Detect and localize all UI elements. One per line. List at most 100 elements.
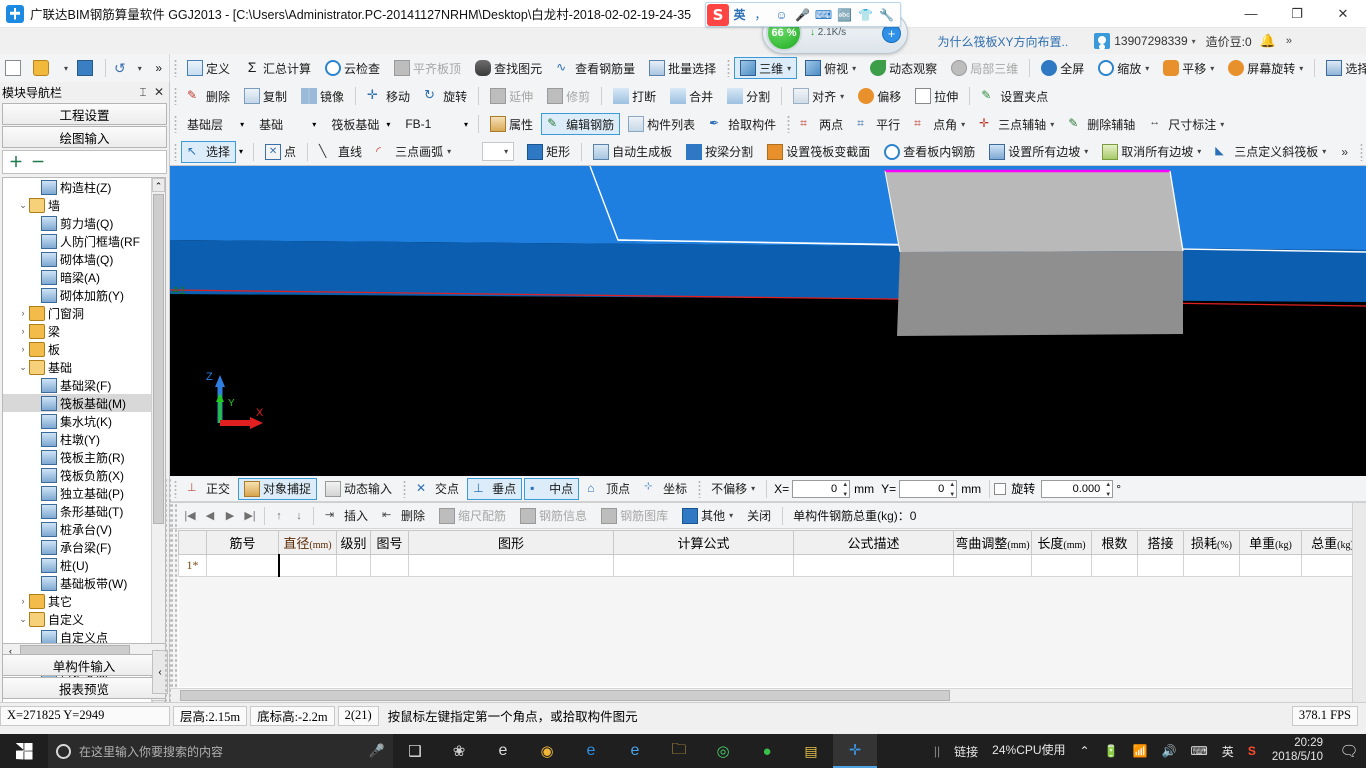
chevron-down-icon[interactable]: ▾ (787, 64, 791, 73)
x-offset-input[interactable]: 0 ▲ ▼ (792, 479, 851, 498)
ime-handwriting-icon[interactable]: 🔤 (834, 4, 855, 26)
close-editor-button[interactable]: 关闭 (741, 505, 777, 527)
toolbar-grip[interactable] (727, 59, 731, 77)
chevron-down-icon[interactable]: ▾ (312, 120, 316, 129)
tree-item-pile-cap[interactable]: 桩承台(V) (3, 520, 151, 538)
promo-link[interactable]: 为什么筏板XY方向布置.. (938, 33, 1069, 50)
chevron-down-icon[interactable]: ▾ (1197, 147, 1201, 156)
draw-item-set-raft-section[interactable]: 设置筏板变截面 (761, 141, 876, 163)
draw-item-point[interactable]: ✕ 点 (259, 141, 302, 163)
scroll-thumb[interactable] (153, 194, 164, 524)
grid-header-0[interactable] (178, 530, 207, 555)
toolbar-item-summary-calc[interactable]: Σ 汇总计算 (238, 57, 317, 79)
axis-item-parallel[interactable]: ⌗ 平行 (851, 113, 906, 135)
snap-toggle-ortho[interactable]: ⊥ 正交 (181, 478, 236, 500)
single-component-input-button[interactable]: 单构件输入 (2, 654, 166, 676)
tree-expand-icon[interactable]: › (17, 326, 29, 336)
chevron-down-icon[interactable]: ▾ (1145, 64, 1149, 73)
chevron-down-icon[interactable]: ▾ (240, 120, 244, 129)
draw-item-select[interactable]: ↖ 选择 (181, 140, 237, 163)
axis-item-dimension[interactable]: ↔ 尺寸标注 ▾ (1143, 113, 1230, 135)
bean-balance[interactable]: 造价豆:0 (1206, 33, 1252, 50)
snap-perpendicular[interactable]: ⊥ 垂点 (467, 477, 523, 500)
ime-language-indicator[interactable]: 英 (1215, 734, 1241, 768)
edit-item-offset[interactable]: 偏移 (852, 85, 907, 107)
undo-dropdown-button[interactable]: ▾ (131, 57, 145, 79)
draw-item-line[interactable]: ╲ 直线 (313, 141, 368, 163)
snap-intersection[interactable]: ✕ 交点 (410, 478, 465, 500)
offset-mode-select[interactable]: 不偏移 ▾ (705, 478, 761, 500)
draw-item-cancel-all-slope[interactable]: 取消所有边坡 ▾ (1096, 141, 1207, 163)
tray-grip[interactable]: || (927, 734, 947, 768)
task-view-button[interactable]: ❑ (393, 734, 437, 768)
collapse-all-icon[interactable]: － (31, 152, 45, 172)
report-preview-button[interactable]: 报表预览 (2, 677, 166, 699)
windows-start-button[interactable] (0, 734, 48, 768)
tree-item-isolated-footing[interactable]: 独立基础(P) (3, 484, 151, 502)
snap-toggle-object-snap[interactable]: 对象捕捉 (238, 477, 318, 500)
nav-next-button[interactable]: ▶ (220, 506, 240, 526)
bell-icon[interactable]: 🔔 (1260, 33, 1276, 49)
component-name-select[interactable]: FB-1 (399, 113, 463, 135)
grid-header-10[interactable]: 根数 (1091, 530, 1138, 555)
view-item-select-floor[interactable]: 选择楼层 (1320, 57, 1366, 79)
component-list-button[interactable]: 构件列表 (622, 113, 701, 135)
taskbar-app-chrome[interactable]: ◎ (701, 734, 745, 768)
table-row[interactable]: 1* (178, 554, 1358, 577)
nav-first-button[interactable]: |◀ (180, 506, 200, 526)
axis-item-two-point[interactable]: ⌗ 两点 (794, 113, 849, 135)
pick-component-button[interactable]: ✒ 拾取构件 (703, 113, 782, 135)
draw-item-auto-generate-slab[interactable]: 自动生成板 (587, 141, 678, 163)
tree-collapse-icon[interactable]: ⌄ (17, 362, 29, 373)
ime-keyboard-icon[interactable]: ⌨ (813, 4, 834, 26)
qat-overflow-button[interactable]: » (149, 57, 168, 79)
grid-cell[interactable] (793, 554, 954, 577)
edit-item-move[interactable]: ✛ 移动 (361, 85, 416, 107)
properties-button[interactable]: 属性 (484, 113, 539, 135)
category-select[interactable]: 基础 (253, 113, 311, 135)
grid-cell[interactable] (953, 554, 1032, 577)
sogou-tray-icon[interactable]: S (1241, 734, 1263, 768)
grid-header-11[interactable]: 搭接 (1137, 530, 1184, 555)
view-item-fullscreen[interactable]: 全屏 (1035, 57, 1090, 79)
row-header[interactable]: 1* (178, 554, 207, 577)
tree-item-foundation-strip[interactable]: 基础板带(W) (3, 574, 151, 592)
tray-link-label[interactable]: 链接 (947, 734, 985, 768)
grid-header-2[interactable]: 直径(mm) (278, 530, 337, 555)
draw-item-view-slab-rebar[interactable]: 查看板内钢筋 (878, 141, 981, 163)
edit-item-stretch[interactable]: 拉伸 (909, 85, 964, 107)
y-offset-input[interactable]: 0 ▲ ▼ (899, 479, 958, 498)
tree-item-door-frame-wall[interactable]: 人防门框墙(RF (3, 232, 151, 250)
draw-item-set-all-slope[interactable]: 设置所有边坡 ▾ (983, 141, 1094, 163)
grid-cell[interactable] (613, 554, 794, 577)
3d-viewport[interactable]: Z Y X A1 (170, 166, 1366, 476)
edit-item-align[interactable]: 对齐 ▾ (787, 85, 850, 107)
edit-item-mirror[interactable]: 镜像 (295, 85, 350, 107)
tray-expand-icon[interactable]: ⌃ (1073, 734, 1097, 768)
ime-emoji-icon[interactable]: ☺ (771, 4, 792, 26)
grid-header-8[interactable]: 弯曲调整(mm) (953, 530, 1032, 555)
grid-header-14[interactable]: 总重(kg) (1301, 530, 1358, 555)
chevron-down-icon[interactable]: ▾ (1210, 64, 1214, 73)
toolbar-grip[interactable] (174, 115, 177, 133)
toolbar-item-find-element[interactable]: 查找图元 (469, 57, 548, 79)
edit-item-delete[interactable]: ✎ 删除 (181, 85, 236, 107)
draw-item-rectangle[interactable]: 矩形 (521, 141, 576, 163)
panel-splitter[interactable] (164, 478, 172, 702)
rebar-grid-container[interactable]: 筋号 直径(mm) 级别 图号 图形 计算公式 公式描述 弯曲调整(mm) 长度(mm) 根数 搭接… (178, 530, 1358, 688)
draw-item-three-point-slope-raft[interactable]: ◣ 三点定义斜筏板 ▾ (1209, 141, 1332, 163)
undo-button[interactable]: ↺ (111, 57, 129, 79)
tree-item-raft-main-rebar[interactable]: 筏板主筋(R) (3, 448, 151, 466)
toolbar-grip[interactable] (174, 142, 177, 161)
nav-last-button[interactable]: ▶| (240, 506, 260, 526)
chevron-down-icon[interactable]: ▾ (1220, 120, 1224, 129)
grid-cell[interactable] (1137, 554, 1184, 577)
edit-item-merge[interactable]: 合并 (664, 85, 719, 107)
floor-select[interactable]: 基础层 (181, 113, 239, 135)
toolbar-grip[interactable] (698, 479, 702, 498)
move-down-button[interactable]: ↓ (289, 506, 309, 526)
spinner-icon[interactable]: ▲ ▼ (839, 482, 848, 498)
tree-item-folder-open[interactable]: ⌄ 自定义 (3, 610, 151, 628)
snap-midpoint[interactable]: ▪ 中点 (524, 477, 580, 500)
tree-item-masonry-wall[interactable]: 砌体墙(Q) (3, 250, 151, 268)
